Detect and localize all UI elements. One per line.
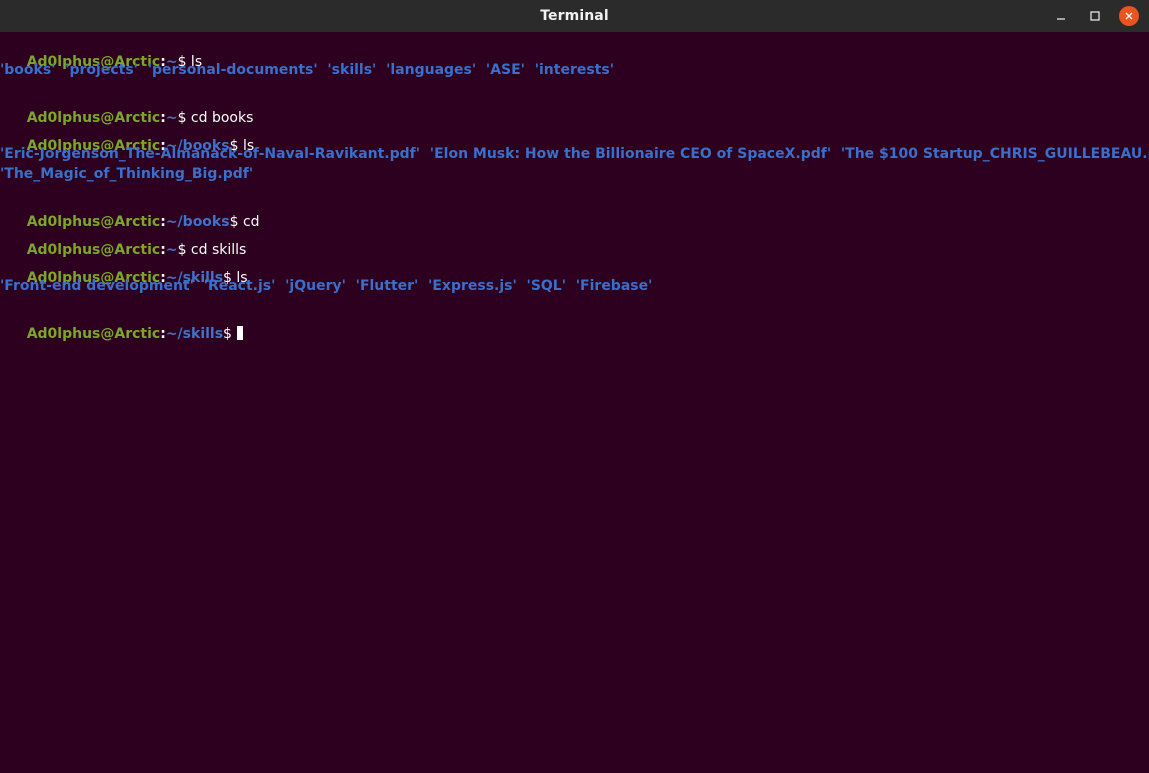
window-controls [1051, 6, 1139, 26]
title-bar[interactable]: Terminal [0, 0, 1149, 32]
prompt-line-active[interactable]: Ad0lphus@Arctic:~/skills$ [0, 304, 244, 342]
command-output: 'Front-end development' 'React.js' 'jQue… [0, 278, 653, 294]
command-output: 'The_Magic_of_Thinking_Big.pdf' [0, 166, 254, 182]
terminal-output-area[interactable]: Ad0lphus@Arctic:~$ ls 'books' 'projects'… [0, 32, 1149, 773]
close-button[interactable] [1119, 6, 1139, 26]
maximize-icon [1090, 11, 1100, 21]
minimize-icon [1057, 18, 1065, 20]
minimize-button[interactable] [1051, 6, 1071, 26]
command-input[interactable] [232, 326, 236, 342]
prompt-line: Ad0lphus@Arctic:~$ ls [0, 32, 202, 70]
close-icon [1125, 12, 1133, 20]
prompt-line: Ad0lphus@Arctic:~/skills$ ls [0, 248, 248, 286]
prompt-user-host: Ad0lphus@Arctic [26, 326, 161, 342]
maximize-button[interactable] [1085, 6, 1105, 26]
window-title: Terminal [540, 8, 609, 24]
command-output: 'Eric-Jorgenson_The-Almanack-of-Naval-Ra… [0, 146, 1149, 162]
prompt-path: ~/skills [165, 326, 224, 342]
prompt-line: Ad0lphus@Arctic:~/books$ ls [0, 116, 254, 154]
prompt-dollar: $ [223, 326, 232, 342]
prompt-line: Ad0lphus@Arctic:~/books$ cd [0, 192, 260, 230]
terminal-window: Terminal Ad0lphus@Arctic:~$ ls 'books' '… [0, 0, 1149, 773]
text-cursor [237, 326, 244, 340]
command-output: 'books' 'projects' 'personal-documents' … [0, 62, 614, 78]
prompt-line: Ad0lphus@Arctic:~$ cd books [0, 88, 254, 126]
prompt-line: Ad0lphus@Arctic:~$ cd skills [0, 220, 247, 258]
